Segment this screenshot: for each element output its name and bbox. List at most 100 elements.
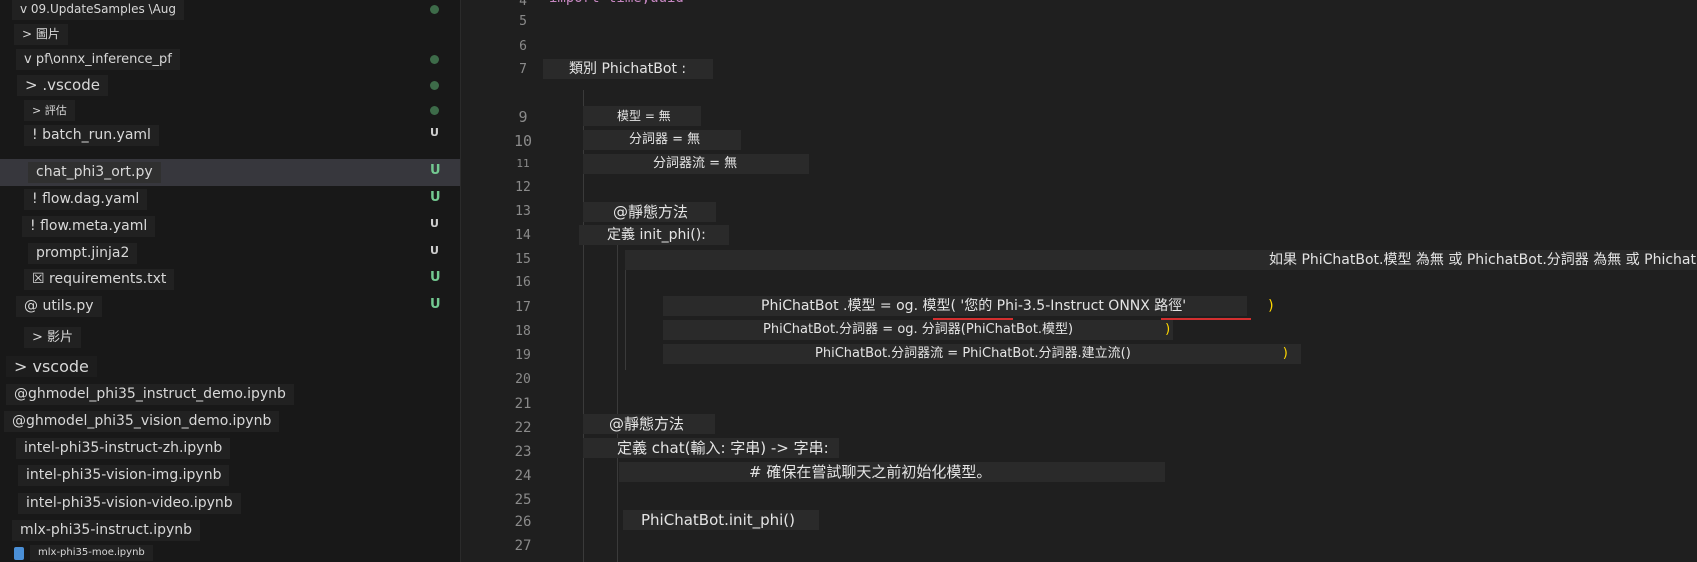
tree-item-file-batch-run[interactable]: ! batch_run.yaml U (0, 122, 460, 149)
tree-item-folder-evaluation[interactable]: > 評估 (0, 97, 460, 124)
notebook-icon (14, 547, 24, 560)
tree-item-folder-images[interactable]: > 圖片 (0, 21, 460, 48)
line-number: 16 (515, 275, 531, 290)
code-line-22: @靜態方法 (583, 414, 715, 434)
tree-item-file-ghmodel-vision[interactable]: @ghmodel_phi35_vision_demo.ipynb (0, 408, 460, 435)
tree-item-file-flow-dag[interactable]: ! flow.dag.yaml U (0, 186, 460, 213)
code-line-9: 模型 = 無 (583, 106, 701, 126)
tree-item-label: ! batch_run.yaml (24, 125, 159, 146)
code-line-26: PhiChatBot.init_phi() (623, 510, 819, 530)
code-line-10: 分詞器 = 無 (583, 130, 741, 150)
bracket-highlight: ) (1282, 346, 1288, 361)
code-line-13: @靜態方法 (583, 202, 716, 222)
tree-item-file-flow-meta[interactable]: ! flow.meta.yaml U (0, 213, 460, 240)
line-number: 19 (515, 348, 531, 363)
indent-guide (625, 270, 626, 370)
tree-item-file-chat-phi3-ort[interactable]: chat_phi3_ort.py U (0, 159, 460, 186)
tree-item-label: > 影片 (24, 327, 82, 348)
tree-item-label: intel-phi35-vision-img.ipynb (18, 465, 230, 486)
line-number: 25 (514, 492, 532, 508)
tree-item-file-intel-vision-video[interactable]: intel-phi35-vision-video.ipynb (0, 490, 460, 517)
code-line-19: PhiChatBot.分詞器流 = PhiChatBot.分詞器.建立流()) (663, 344, 1301, 364)
line-number: 18 (515, 324, 531, 339)
tree-item-folder-vscode-root[interactable]: > vscode (0, 353, 460, 380)
tree-item-label: @ghmodel_phi35_vision_demo.ipynb (4, 411, 280, 432)
tree-item-file-mlx-moe[interactable]: mlx-phi35-moe.ipynb (0, 543, 460, 562)
line-number: 12 (515, 180, 531, 195)
line-number: 15 (515, 252, 531, 267)
code-line-24: # 確保在嘗試聊天之前初始化模型。 (619, 462, 1165, 482)
line-number: 7 (519, 62, 527, 77)
tree-item-folder-updatesamples[interactable]: v 09.UpdateSamples \Aug (0, 0, 460, 23)
untracked-badge: U (430, 126, 439, 139)
tree-item-file-ghmodel-instruct[interactable]: @ghmodel_phi35_instruct_demo.ipynb (0, 381, 460, 408)
tree-item-label: > .vscode (17, 75, 108, 96)
line-number: 9 (518, 108, 528, 126)
line-number: 6 (519, 39, 527, 54)
untracked-badge: U (430, 190, 441, 205)
line-number: 27 (514, 538, 532, 554)
modified-dot-icon (430, 55, 439, 64)
tree-item-label: ☒ requirements.txt (24, 269, 175, 290)
tree-item-label: @ utils.py (16, 296, 102, 317)
tree-item-label: > 圖片 (14, 24, 68, 45)
tree-item-folder-onnx-inference-pf[interactable]: v pf\onnx_inference_pf (0, 46, 460, 73)
tree-item-folder-videos[interactable]: > 影片 (0, 324, 460, 351)
bracket-highlight: ) (1165, 322, 1171, 337)
tree-item-file-utils[interactable]: @ utils.py U (0, 293, 460, 320)
line-number: 26 (514, 514, 532, 530)
line-number: 10 (513, 132, 533, 150)
tree-item-file-intel-vision-img[interactable]: intel-phi35-vision-img.ipynb (0, 462, 460, 489)
code-line-4: import time,uuid (545, 0, 688, 8)
line-number: 5 (519, 14, 527, 29)
tree-item-folder-vscode[interactable]: > .vscode (0, 72, 460, 99)
tree-item-label: intel-phi35-instruct-zh.ipynb (16, 438, 231, 459)
code-line-17: PhiChatBot .模型 = og. 模型( '您的 Phi-3.5-Ins… (663, 296, 1274, 316)
tree-item-label: > vscode (6, 356, 97, 377)
tree-item-label: ! flow.dag.yaml (24, 189, 148, 210)
line-number: 24 (514, 468, 532, 484)
tree-item-label: v pf\onnx_inference_pf (16, 49, 180, 70)
code-line-17-text: PhiChatBot .模型 = og. 模型( '您的 Phi-3.5-Ins… (761, 298, 1187, 314)
tree-item-file-intel-instruct-zh[interactable]: intel-phi35-instruct-zh.ipynb (0, 435, 460, 462)
code-line-11: 分詞器流 = 無 (583, 154, 809, 174)
code-line-19-text: PhiChatBot.分詞器流 = PhiChatBot.分詞器.建立流() (815, 346, 1131, 361)
code-line-14: 定義 init_phi(): (579, 225, 729, 245)
tree-item-file-requirements[interactable]: ☒ requirements.txt U (0, 266, 460, 293)
tree-item-label: @ghmodel_phi35_instruct_demo.ipynb (6, 384, 294, 405)
line-number: 13 (515, 204, 531, 219)
line-number: 17 (515, 300, 531, 315)
code-line-18-text: PhiChatBot.分詞器 = og. 分詞器(PhiChatBot.模型) (763, 322, 1074, 337)
code-line-15: 如果 PhiChatBot.模型 為無 或 PhichatBot.分詞器 為無 … (625, 250, 1697, 270)
bracket-highlight: ) (1268, 298, 1274, 314)
tree-item-label: ! flow.meta.yaml (22, 216, 156, 237)
tree-item-label: v 09.UpdateSamples \Aug (12, 0, 184, 20)
tree-item-file-mlx-instruct[interactable]: mlx-phi35-instruct.ipynb (0, 517, 460, 544)
line-number: 11 (516, 157, 530, 170)
untracked-badge: U (430, 270, 441, 285)
line-number: 23 (514, 444, 532, 460)
indent-guide (617, 240, 618, 562)
tree-item-label: mlx-phi35-instruct.ipynb (12, 520, 201, 541)
untracked-badge: U (430, 297, 441, 312)
tree-item-label: prompt.jinja2 (28, 243, 138, 264)
line-number: 14 (515, 228, 531, 243)
error-squiggle (1161, 318, 1251, 320)
untracked-badge: U (430, 163, 441, 178)
code-line-23: 定義 chat(輸入: 字串) -> 字串: (583, 438, 839, 458)
modified-dot-icon (430, 106, 439, 115)
code-line-7: 類別 PhichatBot : (543, 59, 713, 79)
untracked-badge: U (430, 217, 439, 230)
tree-item-label: chat_phi3_ort.py (28, 162, 161, 183)
line-number: 4 (519, 0, 527, 9)
modified-dot-icon (430, 5, 439, 14)
tree-item-label: mlx-phi35-moe.ipynb (30, 545, 153, 561)
code-line-18: PhiChatBot.分詞器 = og. 分詞器(PhiChatBot.模型)) (663, 320, 1173, 340)
code-editor[interactable]: 4 5 6 7 9 10 11 12 13 14 15 16 17 18 19 … (461, 0, 1697, 562)
tree-item-label: intel-phi35-vision-video.ipynb (18, 493, 241, 514)
tree-item-file-prompt-jinja2[interactable]: prompt.jinja2 U (0, 240, 460, 267)
line-number: 20 (515, 372, 531, 387)
modified-dot-icon (430, 81, 439, 90)
line-number: 21 (514, 396, 532, 412)
untracked-badge: U (430, 244, 439, 257)
